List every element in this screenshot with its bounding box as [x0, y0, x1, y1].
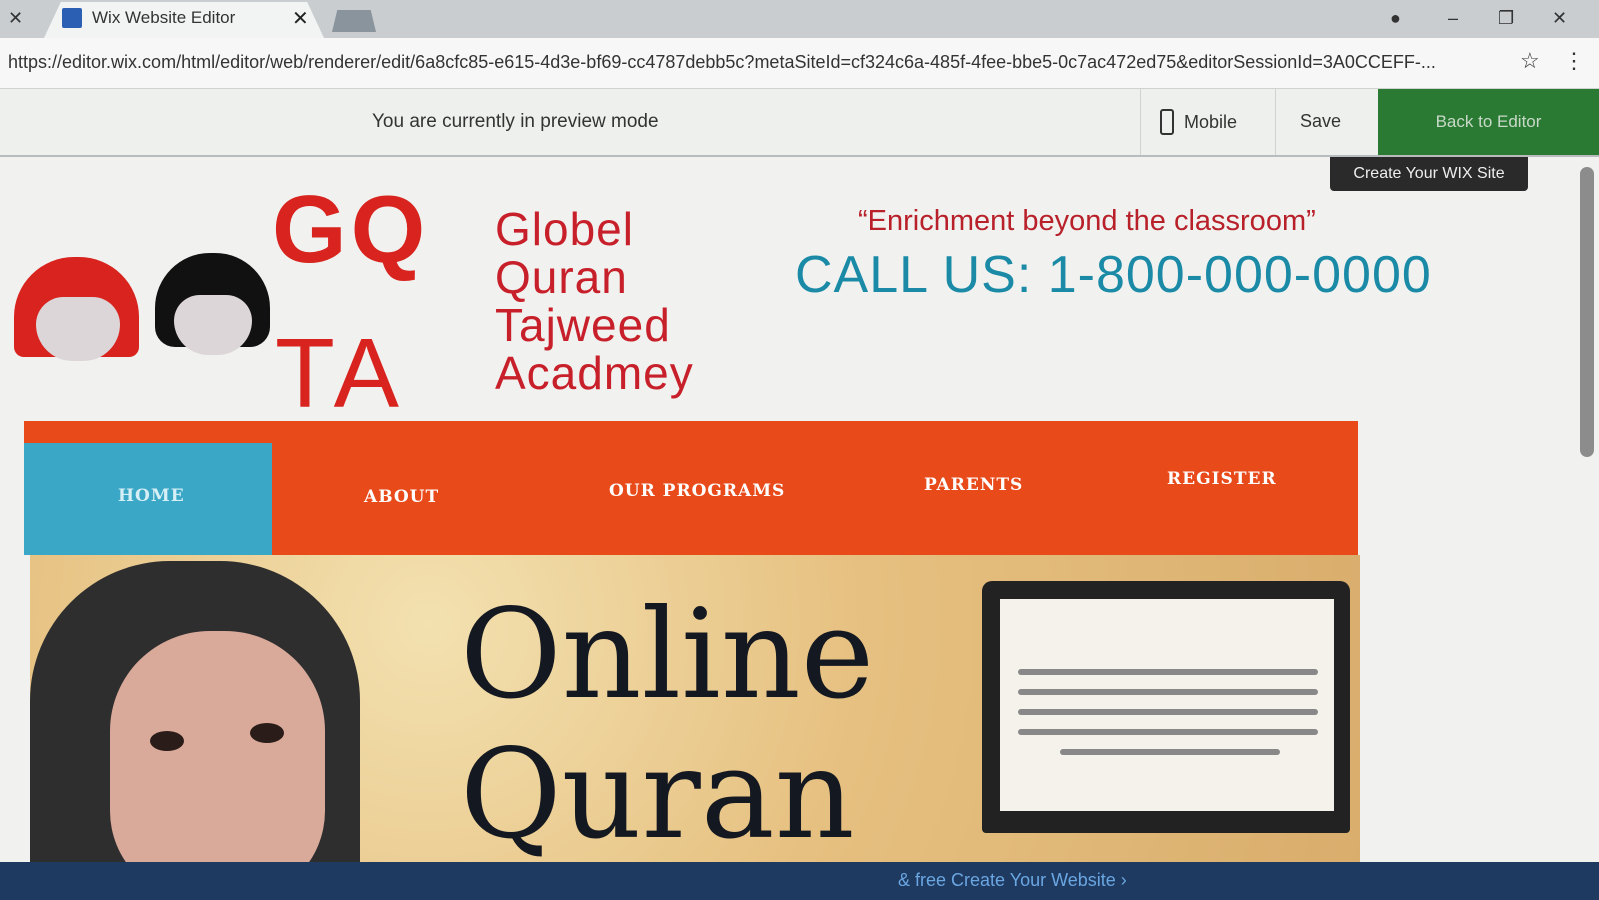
laptop-image [982, 581, 1350, 833]
address-bar: https://editor.wix.com/html/editor/web/r… [0, 38, 1599, 89]
profile-icon[interactable]: ● [1390, 8, 1401, 29]
divider [1275, 89, 1276, 155]
phone-icon [1160, 109, 1174, 135]
girl-cartoon-face [36, 297, 120, 361]
tab-close-icon[interactable]: ✕ [292, 6, 309, 31]
scrollbar[interactable] [1580, 167, 1594, 457]
tagline: “Enrichment beyond the classroom” [858, 205, 1316, 237]
nav-our-programs[interactable]: OUR PROGRAMS [609, 481, 785, 501]
window-close-button[interactable]: ✕ [1552, 8, 1567, 29]
logo-text-bottom: TA [275, 318, 405, 428]
academy-line: Acadmey [495, 347, 694, 399]
create-wix-site-button[interactable]: Create Your WIX Site [1330, 157, 1528, 191]
nav-register[interactable]: REGISTER [1167, 469, 1277, 489]
preview-mode-message: You are currently in preview mode [372, 111, 659, 132]
restore-button[interactable]: ❐ [1498, 8, 1514, 29]
site-preview: Create Your WIX Site GQ TA Globel Quran … [0, 157, 1599, 900]
hero-title-line: Online [460, 583, 875, 727]
save-button[interactable]: Save [1300, 111, 1341, 132]
new-tab-button[interactable] [332, 10, 376, 32]
nav-home-label: HOME [118, 486, 185, 506]
mobile-label: Mobile [1184, 111, 1238, 132]
hero-banner: Online Quran [30, 555, 1360, 900]
nav-parents[interactable]: PARENTS [924, 475, 1023, 495]
preview-mode-bar: You are currently in preview mode Mobile… [0, 89, 1599, 157]
tab-title[interactable]: Wix Website Editor [92, 8, 235, 28]
screen-text-line [1018, 689, 1318, 695]
screen-text-line [1018, 669, 1318, 675]
wix-ad-banner[interactable]: & free Create Your Website › [0, 862, 1599, 900]
create-website-link[interactable]: & free Create Your Website › [898, 870, 1127, 891]
boy-cartoon-face [174, 295, 252, 355]
mobile-view-button[interactable]: Mobile [1160, 105, 1237, 139]
academy-name: Globel Quran Tajweed Acadmey [495, 205, 694, 397]
nav-home-tab[interactable]: HOME [24, 443, 272, 555]
academy-line: Quran [495, 251, 628, 303]
academy-line: Globel [495, 203, 634, 255]
wix-favicon-icon [62, 8, 82, 28]
minimize-button[interactable]: – [1448, 8, 1458, 29]
call-us-phone[interactable]: CALL US: 1-800-000-0000 [795, 245, 1432, 305]
url-field[interactable]: https://editor.wix.com/html/editor/web/r… [8, 52, 1498, 73]
nav-about[interactable]: ABOUT [364, 487, 439, 507]
browser-menu-icon[interactable]: ⋮ [1563, 48, 1585, 74]
close-icon[interactable]: ✕ [8, 8, 32, 30]
laptop-screen [1000, 599, 1334, 811]
back-to-editor-button[interactable]: Back to Editor [1378, 89, 1599, 155]
logo-text-top: GQ [272, 176, 430, 283]
screen-text-line [1018, 729, 1318, 735]
eye [250, 723, 284, 743]
hero-title: Online Quran [460, 585, 874, 865]
girl-photo [30, 561, 360, 900]
main-nav: HOME ABOUT OUR PROGRAMS PARENTS REGISTER [24, 421, 1358, 555]
hero-title-line: Quran [460, 723, 855, 867]
bookmark-star-icon[interactable]: ☆ [1520, 48, 1540, 74]
screen-text-line [1018, 709, 1318, 715]
browser-tab-bar: ✕ Wix Website Editor ✕ ● – ❐ ✕ [0, 0, 1599, 38]
divider [1140, 89, 1141, 155]
eye [150, 731, 184, 751]
screen-text-line [1060, 749, 1280, 755]
girl-face [110, 631, 325, 900]
academy-line: Tajweed [495, 299, 671, 351]
